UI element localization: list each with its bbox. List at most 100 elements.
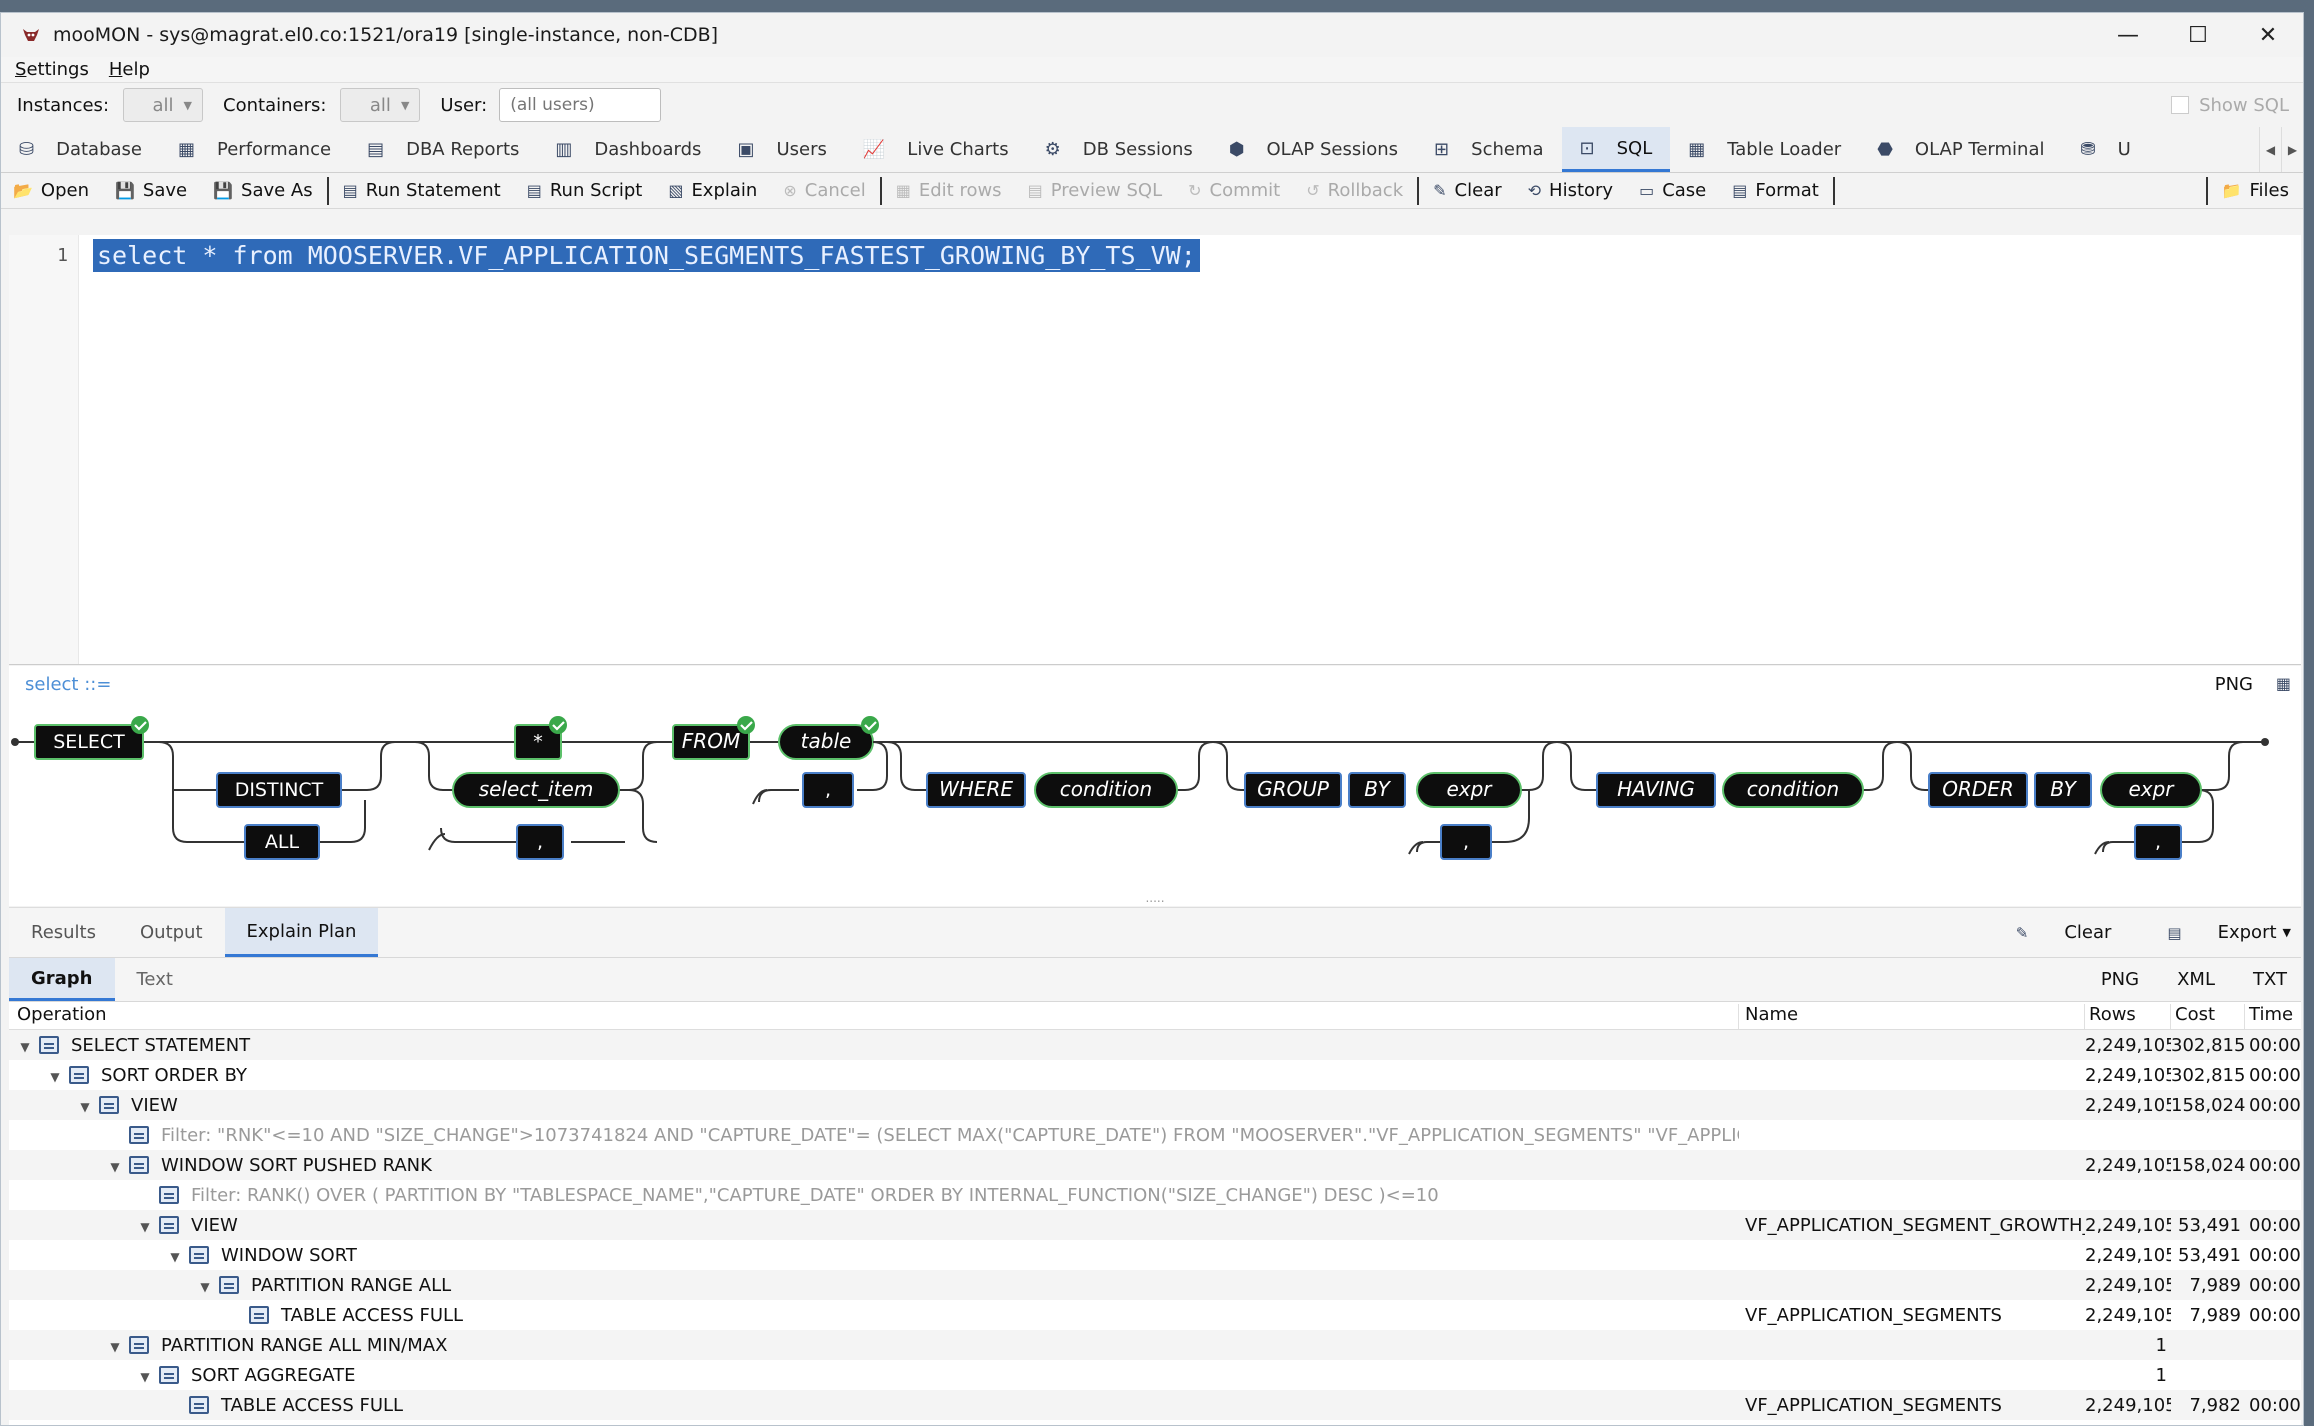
minimize-icon[interactable]: — (2093, 13, 2163, 57)
save-as-button[interactable]: 💾 Save As (213, 180, 313, 201)
user-label: User: (440, 94, 488, 116)
selected-sql-text[interactable]: select * from MOOSERVER.VF_APPLICATION_S… (93, 239, 1200, 272)
tab-table-loader[interactable]: ▦ Table Loader (1670, 127, 1859, 172)
explain-button[interactable]: ▧ Explain (668, 180, 757, 201)
plan-row[interactable]: ▼ SELECT STATEMENT 2,249,105302,81500:00: (9, 1030, 2301, 1060)
expand-toggle-icon[interactable]: ▼ (167, 1250, 183, 1264)
operation-text: Filter: "RNK"<=10 AND "SIZE_CHANGE">1073… (161, 1124, 1739, 1146)
export-icon: ▤ (2167, 923, 2182, 942)
plan-row[interactable]: ▼ SORT AGGREGATE 1 (9, 1360, 2301, 1390)
rollback-button[interactable]: ↺ Rollback (1306, 180, 1403, 201)
tab-schema[interactable]: ⊞ Schema (1416, 127, 1561, 172)
expand-toggle-icon[interactable]: ▼ (47, 1070, 63, 1084)
cost-value: 158,024 (2171, 1154, 2245, 1176)
plan-row[interactable]: ▼ WINDOW SORT 2,249,105 53,491 00:00: (9, 1240, 2301, 1270)
run-statement-button[interactable]: ▤ Run Statement (343, 180, 501, 201)
tab-output[interactable]: Output (118, 908, 225, 957)
tab-performance[interactable]: ▦ Performance (160, 127, 349, 172)
rr-node-condition: condition (1747, 777, 1839, 801)
plan-row[interactable]: ▼ PARTITION RANGE ALL 2,249,105 7,989 00:00: (9, 1270, 2301, 1300)
close-icon[interactable]: ✕ (2233, 13, 2303, 57)
plan-row[interactable]: TABLE ACCESS FULL VF_APPLICATION_SEGMENTS… (9, 1390, 2301, 1420)
rail-loop (1416, 841, 1441, 853)
row-count: 2,249,105 (2085, 1394, 2171, 1416)
col-cost[interactable]: Cost (2171, 1004, 2245, 1029)
col-rows[interactable]: Rows (2085, 1004, 2171, 1029)
png-export-button[interactable]: PNG (2215, 674, 2253, 695)
expand-toggle-icon[interactable]: ▼ (137, 1370, 153, 1384)
save-button[interactable]: 💾 Save (115, 180, 187, 201)
save-icon: 💾 (115, 181, 135, 200)
plan-row[interactable]: TABLE ACCESS FULL VF_APPLICATION_SEGMENTS… (9, 1300, 2301, 1330)
tab-graph[interactable]: Graph (9, 958, 115, 1001)
tab-label: DB Sessions (1082, 139, 1193, 160)
history-button[interactable]: ⟲ History (1528, 180, 1613, 201)
tab-results[interactable]: Results (9, 908, 118, 957)
show-sql-checkbox[interactable] (2171, 96, 2190, 114)
png-format-button[interactable]: PNG (2101, 969, 2139, 990)
preview-sql-button[interactable]: ▤ Preview SQL (1028, 180, 1163, 201)
col-operation[interactable]: Operation (9, 1004, 1739, 1029)
tab-db-sessions[interactable]: ⚙ DB Sessions (1027, 127, 1211, 172)
tab-olap-terminal[interactable]: ⬣ OLAP Terminal (1859, 127, 2062, 172)
rr-node-distinct: DISTINCT (235, 779, 324, 801)
menu-settings[interactable]: Settings (15, 59, 89, 80)
menu-help[interactable]: Help (109, 59, 150, 80)
plan-filter-row[interactable]: Filter: RANK() OVER ( PARTITION BY "TABL… (9, 1180, 2301, 1210)
tab-label: Table Loader (1727, 139, 1842, 160)
plan-row[interactable]: ▼ SORT ORDER BY 2,249,105302,81500:00: (9, 1060, 2301, 1090)
tab-explain-plan[interactable]: Explain Plan (224, 908, 379, 957)
cost-value: 7,989 (2189, 1274, 2241, 1296)
export-button[interactable]: ▤ Export ▼ (2139, 922, 2291, 943)
xml-format-button[interactable]: XML (2177, 969, 2215, 990)
plan-row[interactable]: ▼ VIEW VF_APPLICATION_SEGMENT_GROWTH_VW 2,2… (9, 1210, 2301, 1240)
tab-live-charts[interactable]: 📈 Live Charts (845, 127, 1027, 172)
instances-select[interactable]: all ▼ (123, 88, 204, 122)
show-sql-toggle[interactable]: Show SQL (2171, 95, 2289, 116)
cow-logo-icon (23, 29, 39, 41)
tab-users[interactable]: ▣ Users (719, 127, 844, 172)
history-icon: ⟲ (1527, 181, 1542, 200)
clear-button[interactable]: ✎ Clear (1433, 180, 1501, 201)
open-button[interactable]: 📂 Open (13, 180, 89, 201)
cancel-button[interactable]: ⊗ Cancel (783, 180, 865, 201)
rr-node-having: HAVING (1617, 777, 1695, 801)
tab-database[interactable]: ⛁ Database (1, 127, 160, 172)
edit-rows-button[interactable]: ▦ Edit rows (896, 180, 1002, 201)
tab-sql[interactable]: ⊡ SQL (1561, 127, 1671, 172)
expand-toggle-icon[interactable]: ▼ (17, 1040, 33, 1054)
plan-filter-row[interactable]: Filter: "RNK"<=10 AND "SIZE_CHANGE">1073… (9, 1120, 2301, 1150)
time-value: 00:00: (2249, 1394, 2301, 1416)
expand-toggle-icon[interactable]: ▼ (137, 1220, 153, 1234)
tab-dashboards[interactable]: ▥ Dashboards (537, 127, 719, 172)
user-input[interactable] (499, 88, 662, 122)
txt-format-button[interactable]: TXT (2253, 969, 2287, 990)
diagram-options-icon[interactable]: ▦ (2276, 674, 2291, 693)
tab-u[interactable]: ⛃ U (2062, 127, 2148, 172)
col-time[interactable]: Time (2245, 1004, 2301, 1029)
containers-select[interactable]: all ▼ (340, 88, 421, 122)
sql-editor[interactable]: 1 select * from MOOSERVER.VF_APPLICATION… (9, 235, 2301, 665)
case-button[interactable]: ▭ Case (1639, 180, 1706, 201)
col-name[interactable]: Name (1739, 1004, 2085, 1029)
format-button[interactable]: ▤ Format (1732, 180, 1819, 201)
clear-results-button[interactable]: ✎ Clear (1988, 922, 2112, 943)
code-area[interactable]: select * from MOOSERVER.VF_APPLICATION_S… (79, 235, 1200, 664)
expand-toggle-icon[interactable]: ▼ (77, 1100, 93, 1114)
tab-olap-sessions[interactable]: ⬢ OLAP Sessions (1211, 127, 1416, 172)
expand-toggle-icon[interactable]: ▼ (107, 1160, 123, 1174)
time-value: 00:00: (2249, 1214, 2301, 1236)
tab-text[interactable]: Text (115, 958, 195, 1001)
run-script-button[interactable]: ▤ Run Script (527, 180, 643, 201)
chevron-left-icon[interactable]: ◀ (2259, 127, 2281, 172)
maximize-icon[interactable]: ☐ (2163, 13, 2233, 57)
plan-row[interactable]: ▼ PARTITION RANGE ALL MIN/MAX 1 (9, 1330, 2301, 1360)
tab-dba-reports[interactable]: ▤ DBA Reports (349, 127, 537, 172)
files-button[interactable]: 📁 Files (2222, 180, 2289, 201)
plan-row[interactable]: ▼ WINDOW SORT PUSHED RANK 2,249,105 158,024… (9, 1150, 2301, 1180)
expand-toggle-icon[interactable]: ▼ (197, 1280, 213, 1294)
commit-button[interactable]: ↻ Commit (1188, 180, 1280, 201)
chevron-right-icon[interactable]: ▶ (2281, 127, 2303, 172)
expand-toggle-icon[interactable]: ▼ (107, 1340, 123, 1354)
plan-row[interactable]: ▼ VIEW 2,249,105158,02400:00: (9, 1090, 2301, 1120)
